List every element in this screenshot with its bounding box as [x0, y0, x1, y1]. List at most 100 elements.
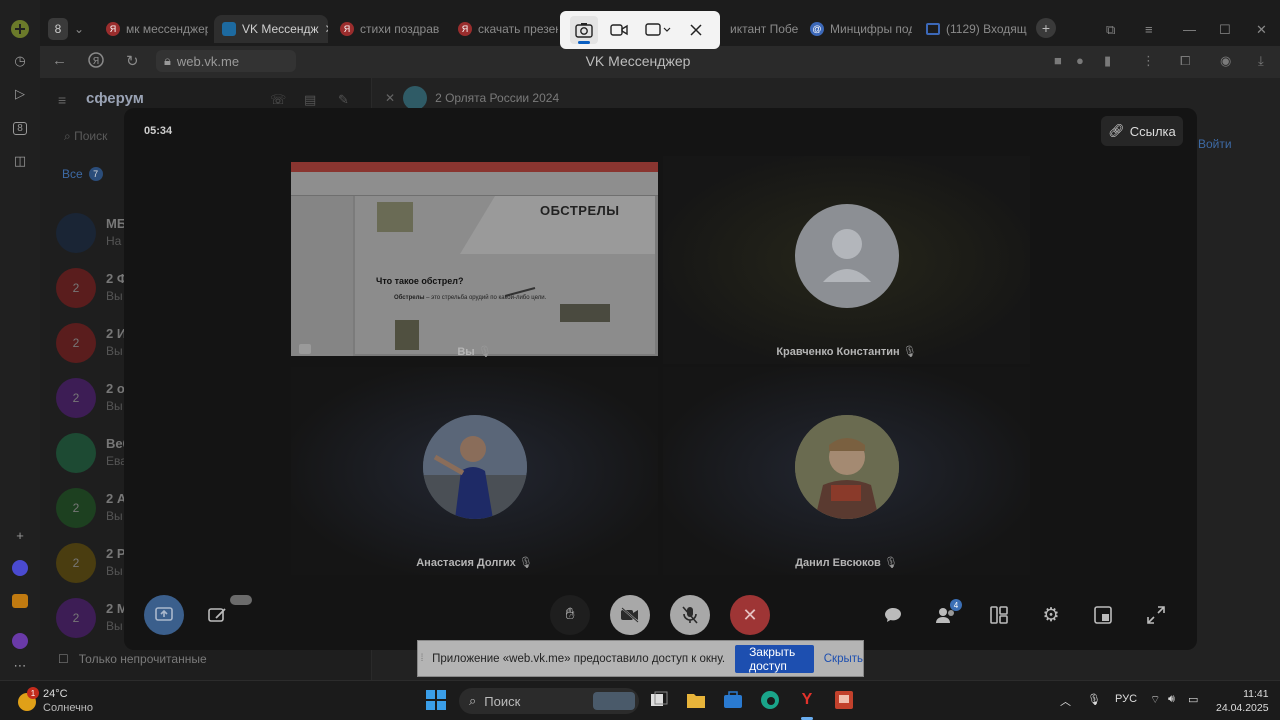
- mic-muted-icon: 🎙︎: [902, 346, 917, 358]
- camera-toggle-button[interactable]: [610, 595, 650, 635]
- hamburger-icon[interactable]: ≡: [58, 92, 66, 108]
- mic-tray-icon[interactable]: 🎙︎: [1087, 693, 1101, 706]
- yandex-icon: Я: [106, 22, 120, 36]
- file-explorer-icon[interactable]: [685, 689, 707, 711]
- menu-icon[interactable]: ≡: [1145, 22, 1153, 37]
- new-feature-badge: [230, 595, 252, 605]
- tray-overflow-icon[interactable]: ︿: [1060, 693, 1071, 709]
- participant-tile-self[interactable]: ОБСТРЕЛЫ Что такое обстрел? Обстрелы – э…: [291, 156, 658, 364]
- participant-tile[interactable]: Данил Евсюков 🎙︎: [663, 367, 1030, 575]
- screenshot-icon[interactable]: ◫: [9, 150, 31, 172]
- hide-notice-link[interactable]: Скрыть: [824, 653, 863, 665]
- language-indicator[interactable]: РУС: [1115, 693, 1137, 705]
- wifi-icon[interactable]: ⌔: [1150, 693, 1160, 707]
- tab-5[interactable]: иктант Побе: [722, 15, 800, 43]
- avatar: [422, 415, 527, 519]
- close-tab-icon[interactable]: ✕: [324, 22, 328, 36]
- tab-7[interactable]: (1129) Входящ: [918, 15, 1030, 43]
- store-icon[interactable]: [722, 689, 744, 711]
- close-window-icon[interactable]: ✕: [1256, 22, 1267, 38]
- play-icon[interactable]: ▷: [9, 83, 31, 105]
- video-mode-button[interactable]: [605, 16, 633, 44]
- clock[interactable]: 11:41 24.04.2025: [1216, 687, 1269, 715]
- drag-handle-icon[interactable]: ⁞: [418, 653, 426, 664]
- fullscreen-icon[interactable]: [1143, 602, 1169, 628]
- filter-count-badge: 7: [88, 167, 103, 181]
- link-icon: 🔗︎: [1108, 123, 1125, 138]
- video-call-window: 05:34 🔗︎ Ссылка ОБСТРЕЛЫ Что такое обстр…: [124, 108, 1197, 650]
- join-button[interactable]: Войти: [1198, 137, 1232, 151]
- tab-3[interactable]: Я стихи поздрав: [332, 15, 444, 43]
- task-view-icon[interactable]: [648, 689, 670, 711]
- tab-counter: 8: [48, 18, 68, 40]
- call-icon[interactable]: ☏: [270, 92, 286, 108]
- tab-1[interactable]: Я мк мессенджер: [98, 15, 208, 43]
- chat-avatar: 2: [56, 543, 96, 583]
- extensions-icon[interactable]: ⧠: [1180, 53, 1190, 69]
- mic-muted-icon: 🎙︎: [883, 557, 898, 569]
- conversation-header: ✕ 2 Орлята России 2024: [385, 86, 559, 110]
- participant-tile[interactable]: Кравченко Константин 🎙︎: [663, 156, 1030, 364]
- alice-icon[interactable]: [9, 557, 31, 579]
- end-call-button[interactable]: ✕: [730, 595, 770, 635]
- tab-4[interactable]: Я скачать презен: [450, 15, 558, 43]
- layout-icon[interactable]: [986, 602, 1012, 628]
- chat-avatar: 2: [56, 598, 96, 638]
- mail-app-icon[interactable]: [9, 590, 31, 612]
- participant-tile[interactable]: Анастасия Долгих 🎙︎: [291, 367, 658, 575]
- close-conversation-icon[interactable]: ✕: [385, 91, 395, 105]
- participants-count-badge: 4: [950, 599, 962, 611]
- screen-share-notice: ⁞ Приложение «web.vk.me» предоставило до…: [417, 640, 864, 677]
- stop-sharing-button[interactable]: Закрыть доступ: [735, 644, 814, 673]
- participant-name: Анастасия Долгих 🎙︎: [416, 557, 533, 569]
- raise-hand-button[interactable]: ✋︎: [550, 595, 590, 635]
- edge-browser-icon[interactable]: [759, 689, 781, 711]
- gear-icon[interactable]: ⚙︎: [1038, 602, 1064, 628]
- share-screen-button[interactable]: [144, 595, 184, 635]
- mic-toggle-button[interactable]: [670, 595, 710, 635]
- profile-icon[interactable]: ◉: [1220, 53, 1231, 69]
- tab-group[interactable]: 8 ⌄: [40, 15, 92, 43]
- chat-icon[interactable]: [880, 602, 906, 628]
- slide-canvas: [355, 196, 655, 354]
- archive-icon[interactable]: ▤: [304, 92, 316, 108]
- messenger-app-icon[interactable]: [9, 630, 31, 652]
- tab-2-active[interactable]: VK Мессендж ✕: [214, 15, 328, 43]
- only-unread-toggle[interactable]: ☐ Только непрочитанные: [58, 652, 207, 666]
- downloads-icon[interactable]: ⤓: [1258, 53, 1264, 69]
- mic-indicator-icon[interactable]: ●: [1076, 53, 1084, 68]
- close-icon[interactable]: [682, 16, 710, 44]
- weather-widget[interactable]: 1 24°C Солнечно: [18, 687, 93, 715]
- windows-start-icon[interactable]: [425, 689, 447, 711]
- hand-icon: ✋︎: [565, 606, 575, 623]
- minimize-call-icon[interactable]: [1090, 602, 1116, 628]
- chevron-down-icon: ⌄: [73, 22, 84, 36]
- collections-icon[interactable]: ⧉: [1106, 22, 1115, 38]
- battery-icon[interactable]: ▭: [1188, 693, 1198, 706]
- tab-6[interactable]: @ Минцифры под: [802, 15, 912, 43]
- compose-icon[interactable]: ✎: [338, 92, 349, 108]
- taskbar-search[interactable]: ⌕ Поиск: [459, 688, 639, 714]
- more-vertical-icon[interactable]: ⋮: [1142, 53, 1155, 69]
- filter-all-tab[interactable]: Все 7: [62, 167, 103, 181]
- camera-indicator-icon[interactable]: ■: [1054, 53, 1062, 68]
- tab-counter-icon[interactable]: 8: [9, 117, 31, 139]
- snipping-toolbar: [560, 11, 720, 49]
- more-icon[interactable]: ⋯: [9, 655, 31, 677]
- minimize-icon[interactable]: —: [1183, 22, 1196, 37]
- powerpoint-icon[interactable]: [833, 689, 855, 711]
- screenshot-mode-button[interactable]: [569, 16, 598, 44]
- chat-avatar: 2: [56, 268, 96, 308]
- add-icon[interactable]: +: [9, 524, 31, 546]
- volume-icon[interactable]: 🔊︎: [1168, 693, 1175, 706]
- whiteboard-icon[interactable]: [205, 602, 231, 628]
- maximize-icon[interactable]: ☐: [1219, 22, 1231, 38]
- snip-shape-dropdown[interactable]: [641, 16, 675, 44]
- search-input[interactable]: ⌕ Поиск: [64, 129, 107, 144]
- copy-link-button[interactable]: 🔗︎ Ссылка: [1101, 116, 1183, 146]
- bookmark-icon[interactable]: ▮: [1104, 53, 1111, 69]
- new-tab-button[interactable]: +: [1036, 18, 1056, 38]
- participant-name: Кравченко Константин 🎙︎: [776, 346, 917, 358]
- yandex-browser-icon[interactable]: Y: [796, 689, 818, 711]
- history-icon[interactable]: ◷: [9, 50, 31, 72]
